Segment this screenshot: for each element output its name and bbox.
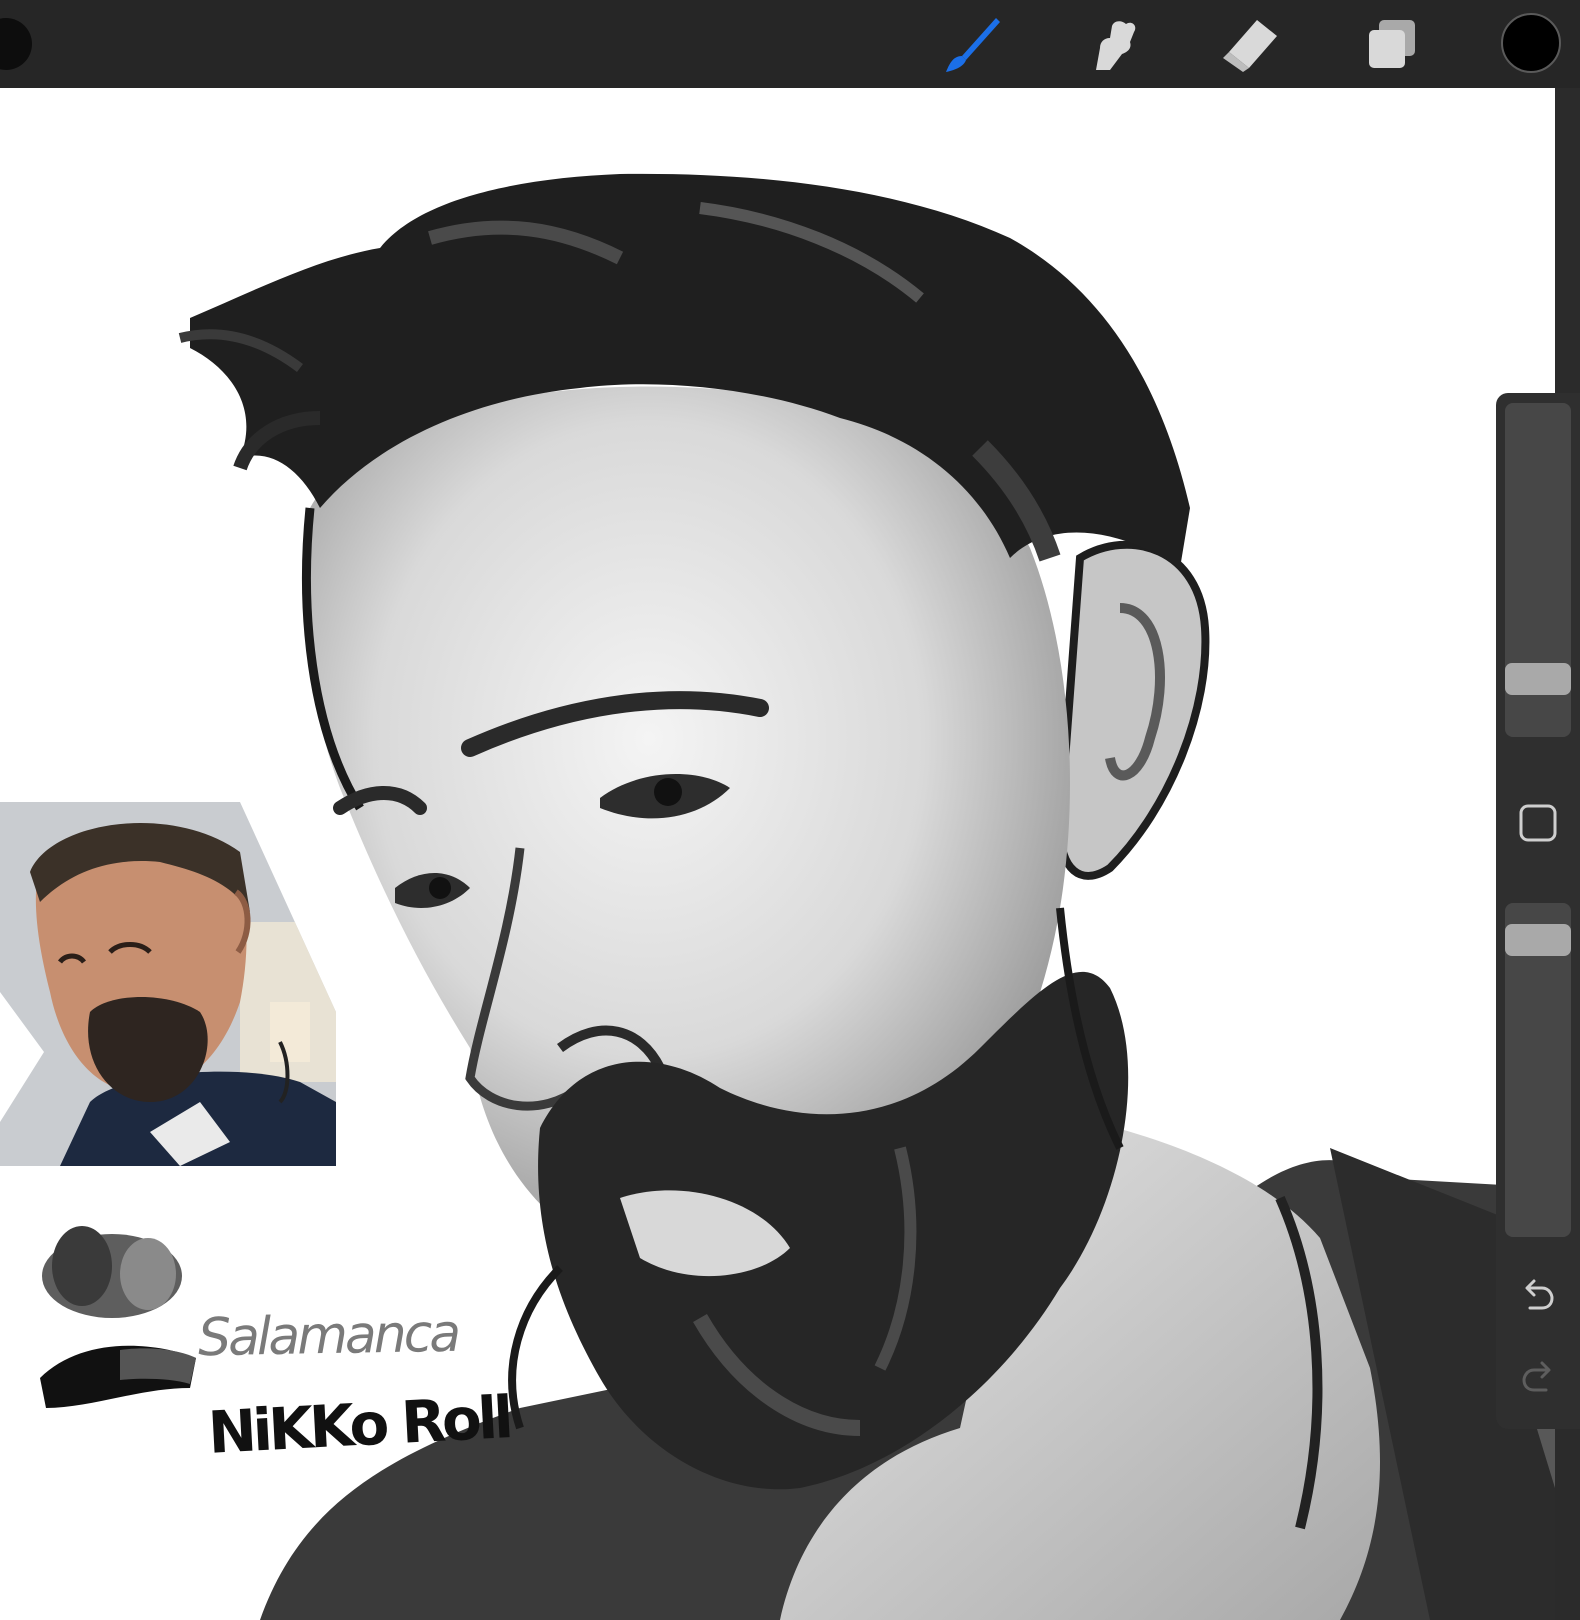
- procreate-app: Salamanca NiKKo Roll: [0, 0, 1580, 1620]
- brush-tool-button[interactable]: [940, 12, 1004, 76]
- redo-icon: [1522, 1361, 1551, 1392]
- brush-note-salamanca: Salamanca: [197, 1303, 459, 1369]
- drawing-canvas[interactable]: Salamanca NiKKo Roll: [0, 88, 1555, 1620]
- smudge-icon: [1096, 21, 1136, 70]
- brush-swatch-nikko-roll: [40, 1345, 196, 1408]
- undo-icon: [1525, 1279, 1554, 1310]
- brush-icon: [946, 18, 1000, 72]
- modify-icon: [1519, 804, 1557, 842]
- brush-opacity-slider[interactable]: [1505, 903, 1571, 1237]
- top-toolbar: [0, 0, 1580, 88]
- gallery-button[interactable]: [0, 12, 38, 76]
- layers-button[interactable]: [1359, 12, 1423, 76]
- gallery-icon: [0, 18, 32, 70]
- modify-button[interactable]: [1518, 803, 1558, 843]
- brush-swatch-salamanca: [42, 1226, 182, 1318]
- redo-button[interactable]: [1510, 1348, 1566, 1404]
- brush-size-slider[interactable]: [1505, 403, 1571, 737]
- layers-icon: [1369, 20, 1415, 68]
- reference-photo: [0, 802, 336, 1166]
- eraser-icon: [1223, 20, 1277, 72]
- color-picker-button[interactable]: [1501, 13, 1561, 73]
- brush-opacity-thumb[interactable]: [1505, 924, 1571, 956]
- side-bar: [1496, 393, 1580, 1429]
- eraser-tool-button[interactable]: [1219, 12, 1283, 76]
- brush-size-thumb[interactable]: [1505, 663, 1571, 695]
- undo-button[interactable]: [1510, 1266, 1566, 1322]
- smudge-tool-button[interactable]: [1080, 12, 1144, 76]
